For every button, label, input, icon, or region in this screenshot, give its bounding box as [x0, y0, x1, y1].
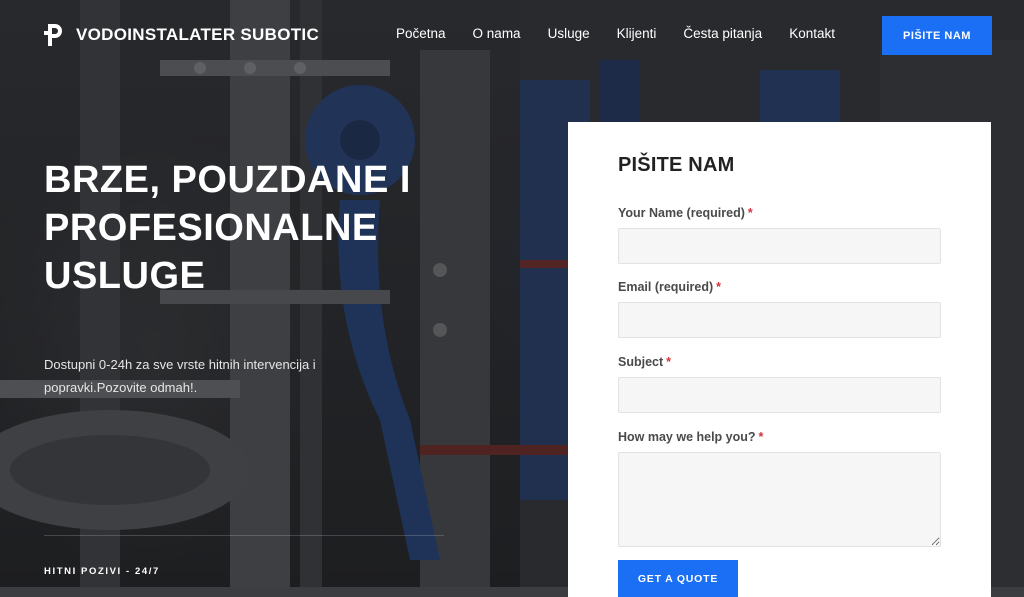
form-title: PIŠITE NAM [618, 154, 735, 176]
message-field-label: How may we help you? * [618, 430, 941, 447]
message-label-text: How may we help you? [618, 430, 756, 444]
hero-subtitle: Dostupni 0-24h za sve vrste hitnih inter… [44, 357, 316, 395]
brand-name: VODOINSTALATER SUBOTIC [76, 25, 320, 44]
name-field-label: Your Name (required) * [618, 206, 941, 223]
nav-item-cesta-pitanja[interactable]: Česta pitanja [683, 26, 762, 41]
nav-item-pocetna[interactable]: Početna [396, 26, 446, 41]
name-input[interactable] [618, 228, 941, 264]
message-textarea[interactable] [618, 452, 941, 547]
email-field-group: Email (required) * [618, 280, 941, 338]
hotline-label: HITNI POZIVI - 24/7 [44, 566, 160, 577]
brand-home-link[interactable]: VODOINSTALATER SUBOTIC [44, 22, 319, 48]
hero-divider [44, 535, 444, 536]
nav-item-o-nama[interactable]: O nama [473, 26, 521, 41]
required-mark: * [747, 206, 753, 220]
email-label-text: Email (required) [618, 280, 714, 294]
hero-title-line-1: BRZE, POUZDANE I [44, 159, 411, 201]
hero-title-line-3: USLUGE [44, 255, 206, 297]
subject-input[interactable] [618, 377, 941, 413]
hero-title: BRZE, POUZDANE I PROFESIONALNE USLUGE [44, 156, 484, 300]
hero-title-line-2: PROFESIONALNE [44, 207, 378, 249]
nav-item-usluge[interactable]: Usluge [548, 26, 590, 41]
email-input[interactable] [618, 302, 941, 338]
get-a-quote-button[interactable]: GET A QUOTE [618, 560, 738, 597]
message-field-group: How may we help you? * [618, 430, 941, 547]
required-mark: * [758, 430, 764, 444]
name-field-group: Your Name (required) * [618, 206, 941, 264]
contact-form-card: PIŠITE NAM Your Name (required) * Email (… [568, 122, 991, 597]
subject-label-text: Subject [618, 355, 664, 369]
name-label-text: Your Name (required) [618, 206, 745, 220]
header-contact-button[interactable]: PIŠITE NAM [882, 16, 992, 55]
main-navigation: Početna O nama Usluge Klijenti Česta pit… [396, 26, 835, 41]
email-field-label: Email (required) * [618, 280, 941, 297]
required-mark: * [716, 280, 722, 294]
nav-item-kontakt[interactable]: Kontakt [789, 26, 835, 41]
subject-field-group: Subject * [618, 355, 941, 413]
p-letter-logo-icon [44, 24, 62, 46]
subject-field-label: Subject * [618, 355, 941, 372]
site-header: VODOINSTALATER SUBOTIC Početna O nama Us… [0, 0, 1024, 72]
nav-item-klijenti[interactable]: Klijenti [617, 26, 657, 41]
required-mark: * [666, 355, 672, 369]
